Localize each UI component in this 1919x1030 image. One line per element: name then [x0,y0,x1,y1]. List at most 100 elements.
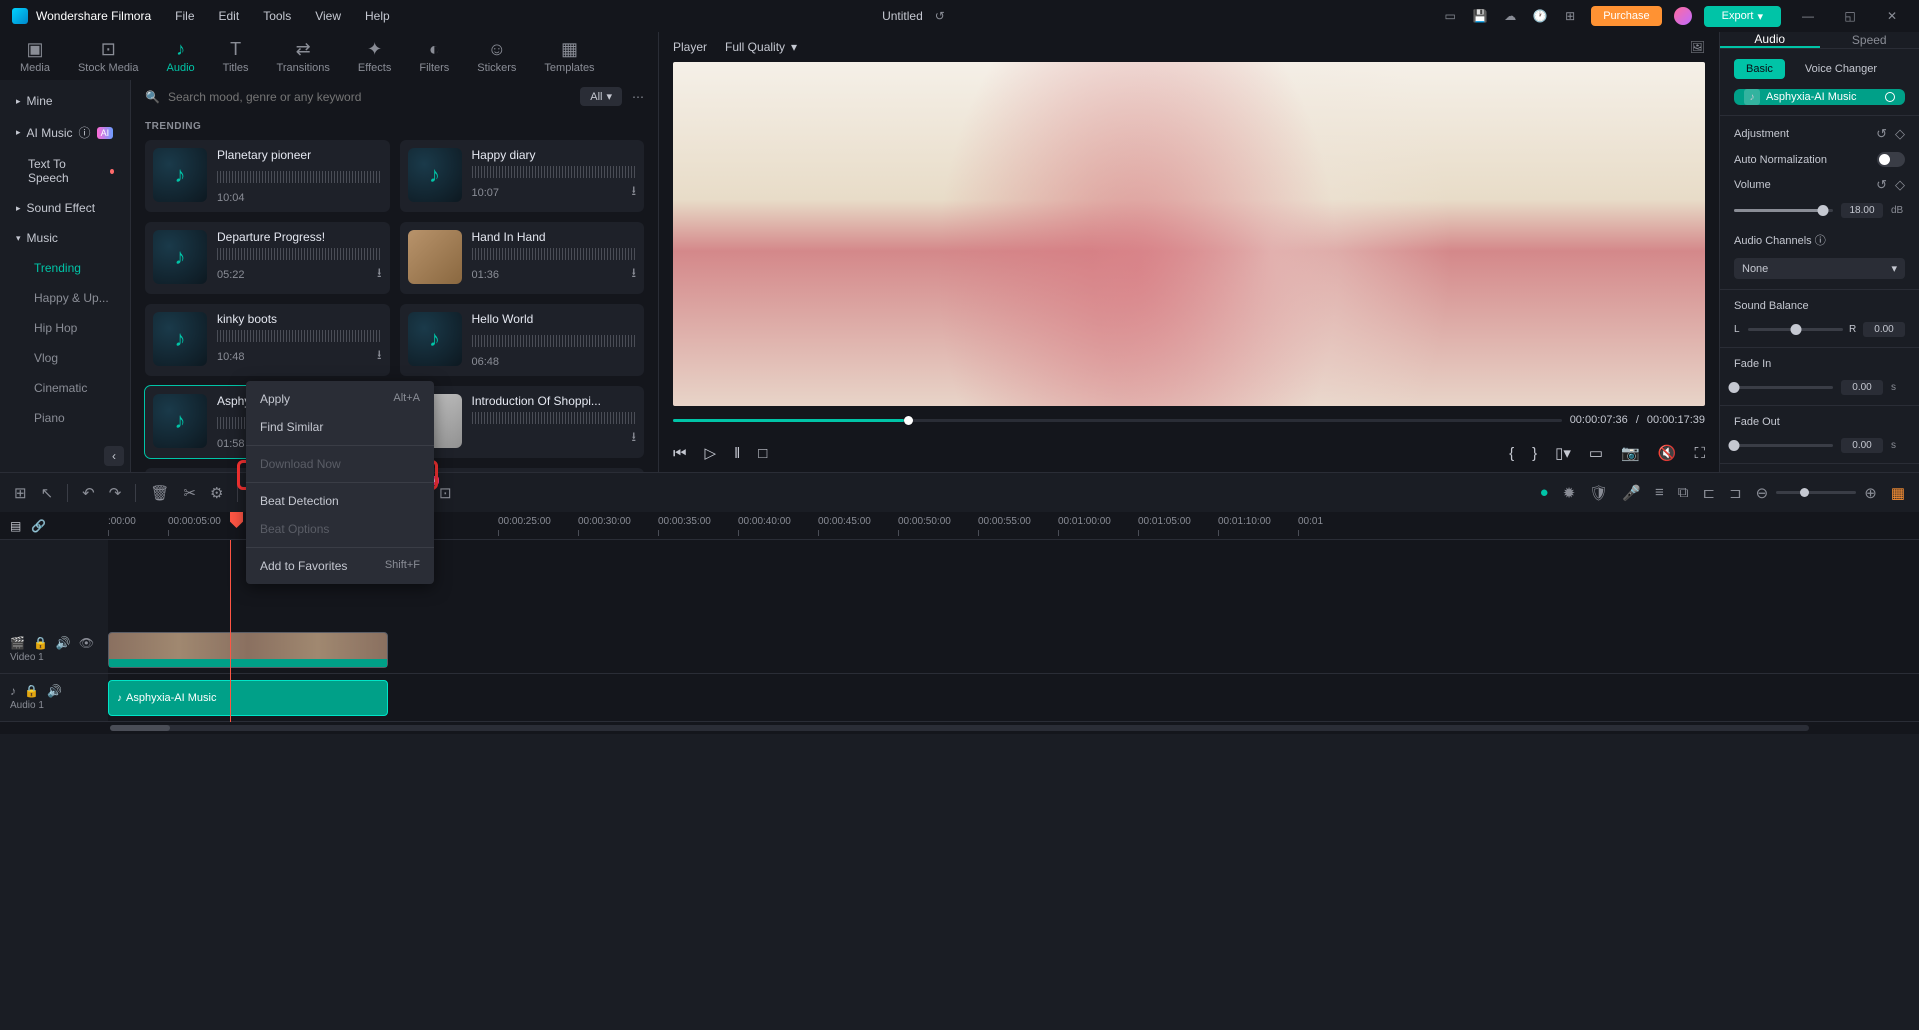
tab-filters[interactable]: ◐Filters [419,39,449,74]
progress-track[interactable] [673,419,1562,422]
progress-handle[interactable] [904,416,913,425]
track-card[interactable]: Introduction Of Shoppi... ⭳ [400,386,645,458]
screen-button[interactable]: ⊏ [1703,484,1716,502]
more-icon[interactable]: ⋯ [632,90,644,104]
delete-button[interactable]: 🗑 [150,484,169,502]
select-tool[interactable]: ⊞ [14,484,27,502]
sidebar-ai-music[interactable]: AI Music ⓘ AI [0,116,130,149]
fadeout-slider[interactable] [1734,444,1833,447]
track-card[interactable]: ♪ Planetary pioneer 10:04 [145,140,390,212]
sidebar-piano[interactable]: Piano [0,403,130,433]
sidebar-happy[interactable]: Happy & Up... [0,283,130,313]
channels-select[interactable]: None▾ [1734,258,1905,279]
balance-value[interactable]: 0.00 [1863,322,1905,337]
marker-button[interactable]: ✹ [1563,484,1576,502]
zoom-out-button[interactable]: ⊖ [1756,484,1769,502]
filter-dropdown[interactable]: All ▾ [580,87,622,106]
apps-icon[interactable]: ⊞ [1561,7,1579,25]
video-preview[interactable] [673,62,1705,406]
scroll-thumb[interactable] [110,725,170,731]
prev-button[interactable]: ⏮ [673,445,687,462]
download-icon[interactable]: ⭳ [631,182,636,204]
vol-keyframe-icon[interactable]: ◇ [1895,177,1905,193]
audio-track-row[interactable]: ♪ Asphyxia-AI Music [108,674,1919,722]
sidebar-collapse-button[interactable]: ‹ [104,446,124,466]
video-clip[interactable] [108,632,388,668]
playhead-marker[interactable] [230,512,243,528]
user-avatar[interactable] [1674,7,1692,25]
tab-templates[interactable]: ▦Templates [544,39,594,74]
mute-icon-2[interactable]: 🔊 [47,684,62,698]
video-track-row[interactable] [108,626,1919,674]
compare-icon[interactable]: ▯▾ [1555,444,1571,462]
maximize-button[interactable]: ◱ [1835,6,1865,26]
track-card[interactable]: ♪ ng On The City [400,468,645,472]
zoom-knob[interactable] [1800,488,1809,497]
zoom-slider[interactable] [1776,491,1856,494]
menu-help[interactable]: Help [365,9,390,23]
save-icon[interactable]: 💾 [1471,7,1489,25]
view-mode-button[interactable]: ▦ [1891,484,1905,502]
volume-slider[interactable] [1734,209,1833,212]
sidebar-text-to-speech[interactable]: Text To Speech [0,149,130,193]
rp-subtab-basic[interactable]: Basic [1734,59,1785,79]
fadeout-value[interactable]: 0.00 [1841,438,1883,453]
download-icon[interactable]: ⭳ [631,428,636,450]
tab-media[interactable]: ▣Media [20,39,50,74]
volume-icon[interactable]: 🔇 [1658,444,1677,462]
menu-edit[interactable]: Edit [219,9,240,23]
lock-icon[interactable]: 🔒 [33,636,48,650]
fadein-value[interactable]: 0.00 [1841,380,1883,395]
mixer-button[interactable]: ≡ [1655,484,1664,501]
cloud-icon[interactable]: ☁ [1501,7,1519,25]
adjust-button[interactable]: ⚙ [210,484,223,502]
context-item-apply[interactable]: ApplyAlt+A [246,385,434,413]
track-card[interactable]: ♪ Happy diary 10:07 ⭳ [400,140,645,212]
menu-tools[interactable]: Tools [263,9,291,23]
download-icon[interactable]: ⭳ [377,264,382,286]
lock-icon-2[interactable]: 🔒 [24,684,39,698]
camera-icon[interactable]: 📷 [1621,444,1640,462]
sidebar-mine[interactable]: Mine [0,86,130,116]
menu-view[interactable]: View [315,9,341,23]
keyframe-icon[interactable]: ◇ [1895,126,1905,142]
pointer-tool[interactable]: ↖ [41,484,54,502]
minimize-button[interactable]: — [1793,6,1823,26]
mark-out-icon[interactable]: } [1532,445,1537,462]
expand-button[interactable]: ⊐ [1729,484,1742,502]
quality-select[interactable]: Full Quality ▾ [725,40,797,54]
render-button[interactable]: ● [1540,484,1549,501]
fullscreen-icon[interactable]: ⛶ [1694,445,1705,462]
pause-button[interactable]: ‖ [734,445,740,462]
group-button[interactable]: ⊡ [439,484,452,502]
rp-tab-speed[interactable]: Speed [1820,32,1919,48]
tab-titles[interactable]: TTitles [223,39,249,74]
audio-track-label[interactable]: ♪🔒🔊 Audio 1 [0,674,108,722]
scroll-track[interactable] [110,725,1809,731]
undo-button[interactable]: ↶ [82,484,95,502]
menu-file[interactable]: File [175,9,194,23]
rp-subtab-voice[interactable]: Voice Changer [1793,59,1889,79]
sidebar-cinematic[interactable]: Cinematic [0,373,130,403]
auto-norm-toggle[interactable] [1877,152,1905,167]
magnet-button[interactable]: ⧉ [1678,484,1689,501]
export-button[interactable]: Export ▾ [1704,6,1781,27]
track-card[interactable]: Hand In Hand 01:36 ⭳ [400,222,645,294]
sidebar-trending[interactable]: Trending [0,253,130,283]
balance-slider[interactable] [1748,328,1843,331]
play-button[interactable]: ▷ [705,444,717,462]
purchase-button[interactable]: Purchase [1591,6,1661,26]
search-input[interactable] [168,90,570,104]
fadein-slider[interactable] [1734,386,1833,389]
snapshot-icon[interactable]: 🖼 [1690,40,1705,54]
zoom-in-button[interactable]: ⊕ [1864,484,1877,502]
history-icon[interactable]: ↺ [931,7,949,25]
video-track-label[interactable]: 🎬🔒🔊👁 Video 1 [0,626,108,674]
track-card[interactable]: ♪ kinky boots 10:48 ⭳ [145,304,390,376]
cut-button[interactable]: ✂ [183,484,196,502]
mic-button[interactable]: 🎤 [1622,484,1641,502]
sidebar-music[interactable]: Music [0,223,130,253]
reset-icon[interactable]: ↺ [1876,126,1887,142]
tab-audio[interactable]: ♪Audio [167,39,195,74]
stop-button[interactable]: □ [758,445,767,462]
